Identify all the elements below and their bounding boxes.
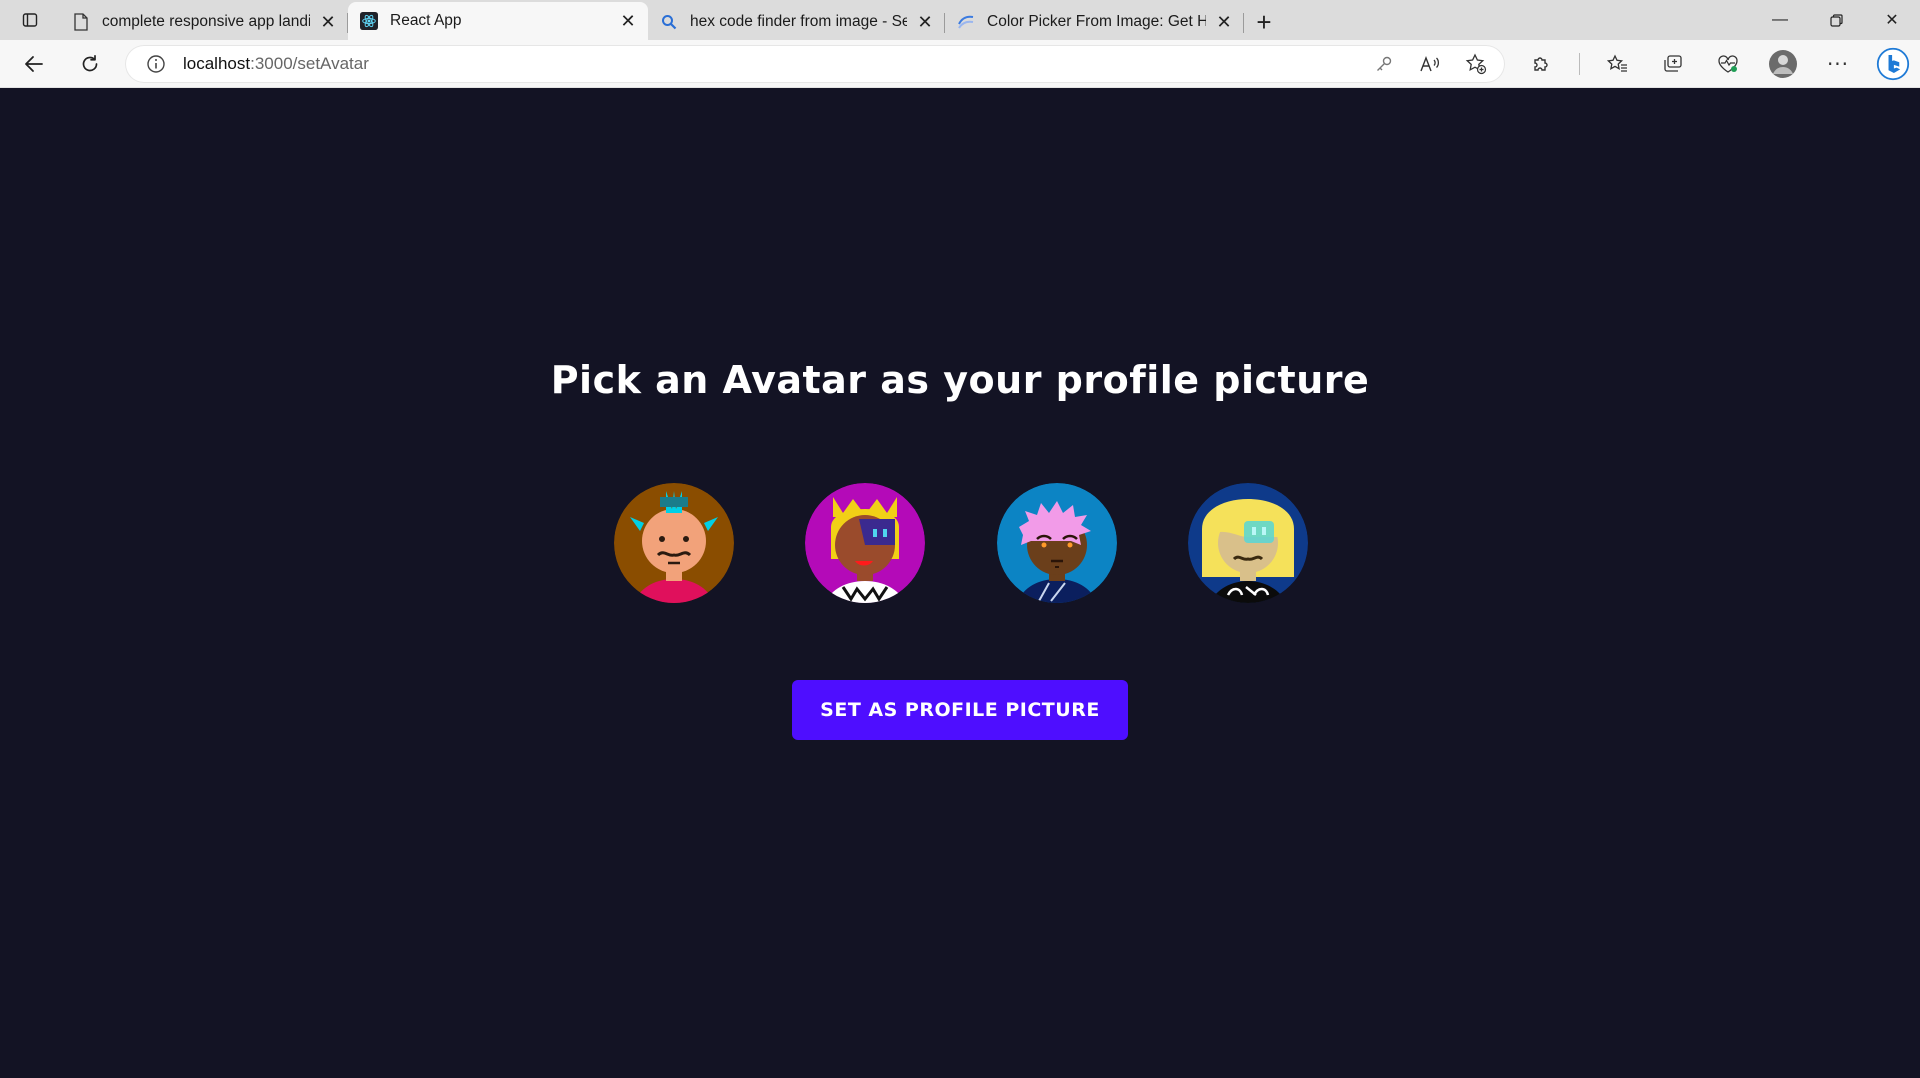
- minimize-button[interactable]: —: [1752, 0, 1808, 40]
- avatar-2[interactable]: [803, 481, 927, 605]
- close-icon: ✕: [1885, 12, 1899, 29]
- read-aloud-icon: [1420, 56, 1440, 72]
- heart-pulse-icon: [1718, 55, 1738, 73]
- url-path: :3000/setAvatar: [250, 54, 369, 73]
- favorites-icon: [1607, 54, 1627, 72]
- profile-avatar-icon: [1769, 50, 1797, 78]
- more-options-button[interactable]: ···: [1821, 47, 1855, 81]
- refresh-button[interactable]: [68, 46, 112, 82]
- color-picker-icon: [957, 13, 975, 31]
- window-controls: — ✕: [1752, 0, 1920, 40]
- browser-toolbar: localhost:3000/setAvatar ···: [0, 40, 1920, 88]
- plus-icon: +: [1256, 6, 1272, 37]
- favorites-button[interactable]: [1601, 47, 1635, 81]
- tab-hex-search[interactable]: hex code finder from image - Se ✕: [648, 4, 945, 40]
- minimize-icon: —: [1772, 11, 1788, 28]
- back-button[interactable]: [12, 46, 56, 82]
- tab-title: complete responsive app landing: [102, 13, 310, 30]
- star-add-icon: [1465, 53, 1487, 75]
- info-icon[interactable]: [143, 51, 169, 77]
- tab-title: Color Picker From Image: Get HE: [987, 13, 1206, 30]
- close-icon[interactable]: ✕: [1214, 12, 1234, 32]
- close-icon[interactable]: ✕: [915, 12, 935, 32]
- restore-button[interactable]: [1808, 0, 1864, 40]
- avatar-2-image: [805, 483, 926, 603]
- password-key-button[interactable]: [1367, 47, 1401, 81]
- document-icon: [72, 13, 90, 31]
- key-icon: [1377, 56, 1392, 71]
- avatar-1[interactable]: [612, 481, 736, 605]
- react-icon: [360, 12, 378, 30]
- read-aloud-button[interactable]: [1413, 47, 1447, 81]
- address-bar[interactable]: localhost:3000/setAvatar: [125, 45, 1505, 83]
- toolbar-divider: [1579, 53, 1580, 75]
- avatar-4-image: [1187, 483, 1308, 603]
- collections-icon: [1664, 55, 1682, 72]
- tab-react-app[interactable]: React App ✕: [348, 2, 648, 40]
- collections-button[interactable]: [1656, 47, 1690, 81]
- tab-actions-icon: [22, 13, 38, 27]
- search-icon: [660, 13, 678, 31]
- tab-actions-button[interactable]: [10, 0, 50, 40]
- tab-title: React App: [390, 12, 462, 29]
- bing-copilot-button[interactable]: [1876, 47, 1910, 81]
- puzzle-icon: [1534, 57, 1548, 71]
- url-host: localhost: [183, 54, 251, 73]
- new-tab-button[interactable]: +: [1244, 4, 1284, 40]
- refresh-icon: [82, 54, 98, 71]
- close-icon[interactable]: ✕: [618, 11, 638, 31]
- set-profile-picture-button[interactable]: Set as Profile Picture: [792, 680, 1128, 740]
- browser-essentials-button[interactable]: [1711, 47, 1745, 81]
- avatar-4[interactable]: [1186, 481, 1310, 605]
- tab-landing[interactable]: complete responsive app landing ✕: [60, 4, 348, 40]
- avatar-1-image: [614, 483, 734, 603]
- avatar-3-image: [996, 483, 1117, 603]
- add-favorite-button[interactable]: [1459, 47, 1493, 81]
- browser-tab-bar: complete responsive app landing ✕ React …: [0, 0, 1920, 40]
- profile-avatar-button[interactable]: [1766, 47, 1800, 81]
- page-title: Pick an Avatar as your profile picture: [550, 358, 1370, 402]
- avatar-list: [612, 481, 1310, 605]
- tab-color-picker[interactable]: Color Picker From Image: Get HE ✕: [945, 4, 1244, 40]
- toolbar-actions: ···: [1524, 47, 1910, 81]
- avatar-3[interactable]: [995, 481, 1119, 605]
- restore-icon: [1829, 13, 1843, 27]
- ellipsis-icon: ···: [1826, 52, 1850, 76]
- extensions-button[interactable]: [1524, 47, 1558, 81]
- arrow-left-icon: [25, 55, 43, 72]
- bing-icon: [1876, 47, 1910, 81]
- page-content: Pick an Avatar as your profile picture S…: [0, 88, 1920, 1078]
- close-icon[interactable]: ✕: [318, 12, 338, 32]
- url-text[interactable]: localhost:3000/setAvatar: [183, 54, 369, 74]
- close-window-button[interactable]: ✕: [1864, 0, 1920, 40]
- tab-title: hex code finder from image - Se: [690, 13, 907, 30]
